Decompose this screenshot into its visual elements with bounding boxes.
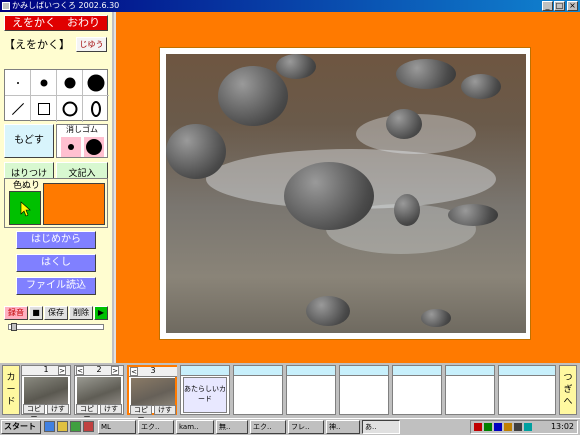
task-button[interactable]: 無.. xyxy=(216,420,248,434)
current-color-swatch[interactable] xyxy=(43,183,105,225)
desktop-icon[interactable] xyxy=(44,421,55,432)
fill-label: 色ぬり xyxy=(13,181,41,191)
card-2-prev-arrow[interactable]: < xyxy=(76,366,84,375)
rectangle-tool-icon[interactable] xyxy=(31,96,57,122)
task-button[interactable]: フレ.. xyxy=(288,420,324,434)
card-slot-1[interactable]: 1 > コピー けす xyxy=(21,365,71,421)
taskbar: スタート ML エク.. kam.. 無.. エク.. フレ.. 神.. あ..… xyxy=(0,418,580,435)
save-sound-button[interactable]: 保存 xyxy=(44,306,68,320)
tray-icon[interactable] xyxy=(524,423,532,431)
task-button[interactable]: エク.. xyxy=(138,420,174,434)
card-3-copy-button[interactable]: コピー xyxy=(130,405,152,422)
title-bar: かみしばいつくろ 2002.6.30 _ □ × xyxy=(0,0,580,12)
pen-size-2[interactable] xyxy=(31,70,57,96)
play-button[interactable]: ▶ xyxy=(94,306,108,320)
drawing-canvas[interactable] xyxy=(114,12,580,363)
task-button[interactable]: エク.. xyxy=(250,420,286,434)
card-3-erase-button[interactable]: けす xyxy=(154,405,176,415)
minimize-button[interactable]: _ xyxy=(542,1,553,11)
pen-palette xyxy=(4,69,109,122)
card-1-number: 1 xyxy=(43,365,49,374)
delete-sound-button[interactable]: 削除 xyxy=(69,306,93,320)
circle-tool-icon[interactable] xyxy=(57,96,83,122)
slider-thumb[interactable] xyxy=(11,323,17,331)
mode-label: 【えをかく】 xyxy=(4,38,70,51)
stop-button[interactable]: ■ xyxy=(29,306,43,320)
empty-card-slot[interactable] xyxy=(339,365,389,415)
next-cards-button[interactable]: つぎへ xyxy=(559,365,577,415)
picture-frame xyxy=(159,47,531,340)
empty-card-slot[interactable] xyxy=(233,365,283,415)
empty-card-slot[interactable] xyxy=(392,365,442,415)
sound-controls: 録音 ■ 保存 削除 ▶ xyxy=(4,306,108,322)
card-2-erase-button[interactable]: けす xyxy=(100,404,122,414)
eraser-group: 消しゴム xyxy=(56,124,108,158)
new-card-header xyxy=(181,366,229,376)
card-3-thumbnail[interactable] xyxy=(131,378,175,406)
record-button[interactable]: 録音 xyxy=(4,306,28,320)
sound-slider[interactable] xyxy=(8,323,104,331)
pen-size-4[interactable] xyxy=(83,70,109,96)
free-draw-button[interactable]: じゆう xyxy=(76,37,107,52)
close-button[interactable]: × xyxy=(567,1,578,11)
task-button[interactable]: kam.. xyxy=(176,420,214,434)
load-file-button[interactable]: ファイル読込 xyxy=(16,277,96,295)
card-slot-2[interactable]: < 2 > コピー けす xyxy=(74,365,124,421)
card-2-thumbnail[interactable] xyxy=(77,377,121,405)
pen-size-3[interactable] xyxy=(57,70,83,96)
card-2-copy-button[interactable]: コピー xyxy=(76,404,98,421)
eraser-small[interactable] xyxy=(61,137,81,157)
tray-icon[interactable] xyxy=(494,423,502,431)
maximize-button[interactable]: □ xyxy=(554,1,565,11)
card-2-number: 2 xyxy=(96,365,102,374)
mail-icon[interactable] xyxy=(83,421,94,432)
undo-button[interactable]: もどす xyxy=(4,124,54,158)
card-3-prev-arrow[interactable]: < xyxy=(130,367,138,376)
volume-icon[interactable] xyxy=(514,423,522,431)
empty-card-slot[interactable] xyxy=(445,365,495,415)
ellipse-tool-icon[interactable] xyxy=(83,96,109,122)
fill-tool-icon[interactable] xyxy=(9,191,41,225)
card-1-copy-button[interactable]: コピー xyxy=(23,404,45,421)
clock: 13:02 xyxy=(550,422,574,431)
blank-page-button[interactable]: はくし xyxy=(16,254,96,272)
pen-size-1[interactable] xyxy=(5,70,31,96)
card-1-thumbnail[interactable] xyxy=(24,377,68,405)
task-button-active[interactable]: あ.. xyxy=(362,420,400,434)
system-tray: 13:02 xyxy=(470,420,578,434)
eraser-large[interactable] xyxy=(84,137,104,157)
app-icon xyxy=(2,2,10,10)
draw-end-button[interactable]: えをかく おわり xyxy=(4,15,108,31)
card-2-next-arrow[interactable]: > xyxy=(111,366,119,375)
tray-icon[interactable] xyxy=(504,423,512,431)
start-button[interactable]: スタート xyxy=(1,420,41,434)
card-strip: カード 1 > コピー けす < 2 > コピー けす < 3 コピー けす あ… xyxy=(0,363,580,422)
restart-button[interactable]: はじめから xyxy=(16,231,96,249)
card-1-erase-button[interactable]: けす xyxy=(47,404,69,414)
tray-icon[interactable] xyxy=(484,423,492,431)
eraser-label: 消しゴム xyxy=(66,125,98,134)
card-3-number: 3 xyxy=(150,366,156,375)
empty-card-slot[interactable] xyxy=(498,365,556,415)
card-slot-3[interactable]: < 3 コピー けす xyxy=(127,365,177,422)
task-button[interactable]: ML xyxy=(98,420,136,434)
new-card-button[interactable]: あたらしいカード xyxy=(183,377,227,413)
new-card-slot[interactable]: あたらしいカード xyxy=(180,365,230,415)
empty-card-slot[interactable] xyxy=(286,365,336,415)
window-title: かみしばいつくろ 2002.6.30 xyxy=(12,1,120,10)
line-tool-icon[interactable] xyxy=(5,96,31,122)
fill-color-group: 色ぬり xyxy=(4,178,108,228)
tray-icon[interactable] xyxy=(474,423,482,431)
browser-icon[interactable] xyxy=(70,421,81,432)
tool-panel: えをかく おわり 【えをかく】 じゆう もどす 消しゴム はりつけ 文記入 色ぬ… xyxy=(0,12,112,363)
card-1-next-arrow[interactable]: > xyxy=(58,366,66,375)
card-label: カード xyxy=(2,365,20,415)
explorer-icon[interactable] xyxy=(57,421,68,432)
task-button[interactable]: 神.. xyxy=(326,420,360,434)
stream-photo xyxy=(166,54,526,333)
